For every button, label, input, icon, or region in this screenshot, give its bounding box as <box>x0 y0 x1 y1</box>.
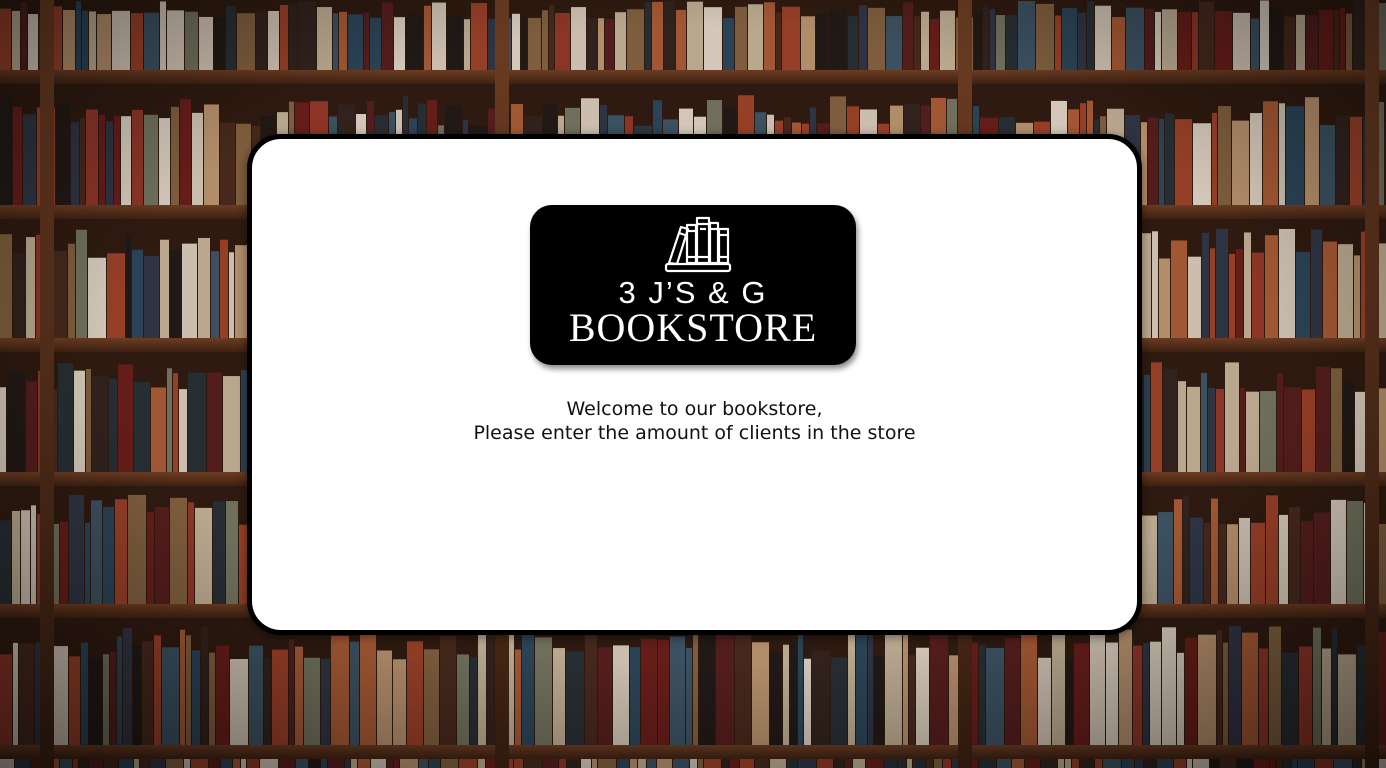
welcome-dialog: 3 J’S & G BOOKSTORE Welcome to our books… <box>247 134 1142 635</box>
logo-subtitle: BOOKSTORE <box>568 305 818 350</box>
store-logo: 3 J’S & G BOOKSTORE <box>530 205 856 365</box>
welcome-line-1: Welcome to our bookstore, <box>566 398 823 420</box>
welcome-message: Welcome to our bookstore, Please enter t… <box>252 397 1137 445</box>
welcome-line-2: Please enter the amount of clients in th… <box>473 422 916 444</box>
books-icon <box>664 216 732 273</box>
